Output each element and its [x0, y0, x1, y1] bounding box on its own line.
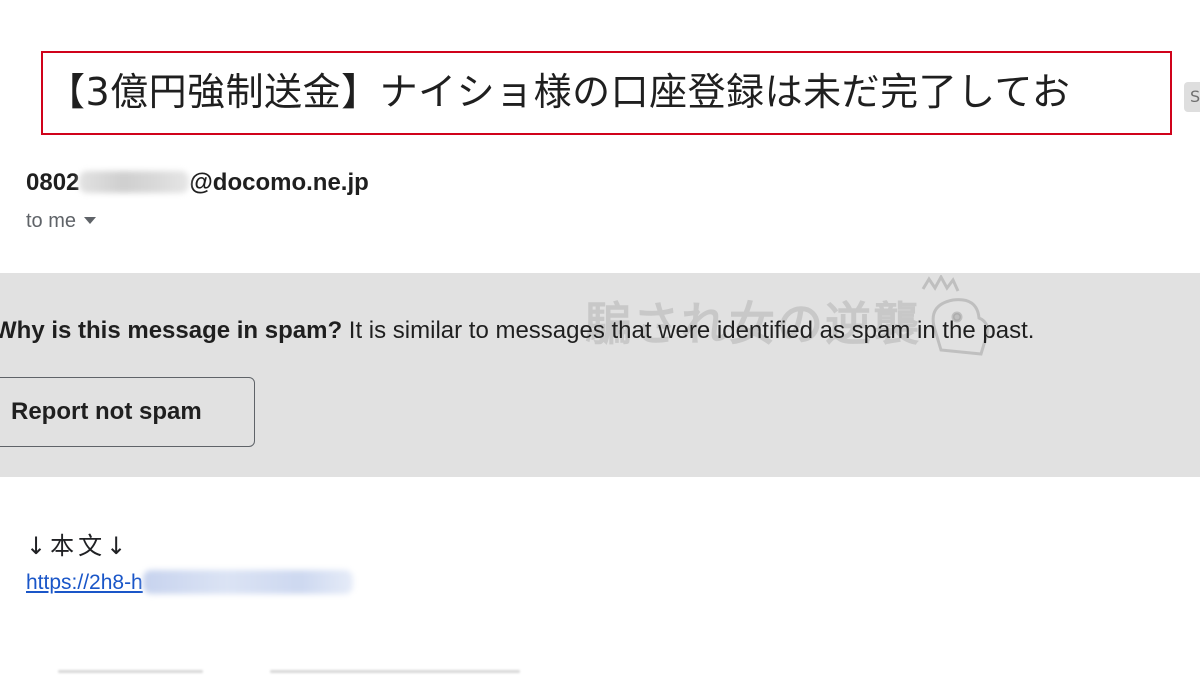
redacted-sender-part: [79, 171, 190, 193]
cropped-bottom-content: [0, 664, 1200, 675]
cropped-bottom-mark: [270, 670, 520, 673]
cropped-bottom-mark: [58, 670, 203, 673]
subject-highlight-box: 【3億円強制送金】ナイショ様の口座登録は未だ完了してお: [41, 51, 1172, 135]
label-chip[interactable]: S: [1184, 82, 1200, 112]
recipient-label: to me: [26, 210, 77, 232]
sender-prefix: 0802: [26, 169, 80, 196]
body-heading: ↓本文↓: [26, 532, 131, 560]
spam-explanation: Why is this message in spam? It is simil…: [0, 315, 1034, 347]
caret-down-icon: [84, 217, 97, 224]
sender-address: 0802 @docomo.ne.jp: [26, 168, 369, 198]
body-link[interactable]: https://2h8-h: [26, 569, 353, 597]
report-not-spam-button[interactable]: Report not spam: [0, 377, 255, 447]
spam-question: Why is this message in spam?: [0, 317, 343, 344]
redacted-link-part: [142, 570, 353, 594]
recipient-details-toggle[interactable]: to me: [26, 208, 97, 234]
link-visible-part: https://2h8-h: [26, 571, 143, 594]
email-subject: 【3億円強制送金】ナイショ様の口座登録は未だ完了してお: [47, 70, 1071, 114]
sender-domain: @docomo.ne.jp: [189, 169, 369, 196]
spam-warning-panel: 騙され女の逆襲 Why is this message in spam? It …: [0, 273, 1200, 477]
cropped-top-text: [235, 0, 465, 6]
spam-reason: It is similar to messages that were iden…: [342, 317, 1035, 344]
